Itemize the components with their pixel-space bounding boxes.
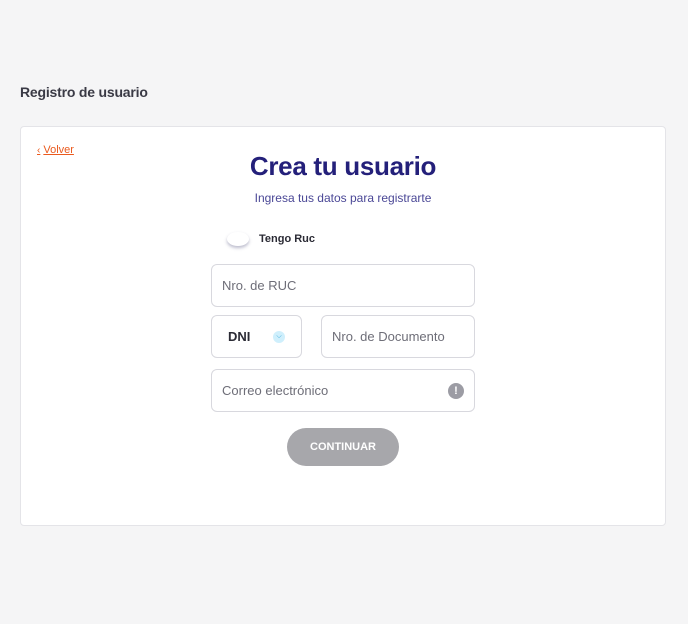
document-type-value: DNI: [228, 329, 251, 344]
ruc-input[interactable]: [222, 278, 464, 293]
ruc-toggle-row: Tengo Ruc: [227, 232, 315, 246]
document-type-select[interactable]: DNI ⌵: [211, 315, 302, 358]
ruc-toggle-label: Tengo Ruc: [259, 233, 316, 245]
ruc-toggle[interactable]: [227, 232, 249, 246]
card-title: Crea tu usuario: [249, 151, 437, 181]
card-subtitle: Ingresa tus datos para registrarte: [254, 191, 432, 205]
document-number-input[interactable]: [332, 329, 464, 344]
page-heading: Registro de usuario: [20, 84, 148, 100]
continue-button[interactable]: CONTINUAR: [287, 428, 399, 466]
email-input[interactable]: [222, 383, 448, 398]
document-number-field: [321, 315, 475, 358]
chevron-down-icon: ⌵: [273, 330, 285, 343]
email-field: !: [211, 369, 475, 412]
exclamation-icon[interactable]: !: [448, 382, 464, 399]
ruc-field: [211, 264, 475, 307]
register-card: ‹ Volver Crea tu usuario Ingresa tus dat…: [20, 126, 666, 526]
